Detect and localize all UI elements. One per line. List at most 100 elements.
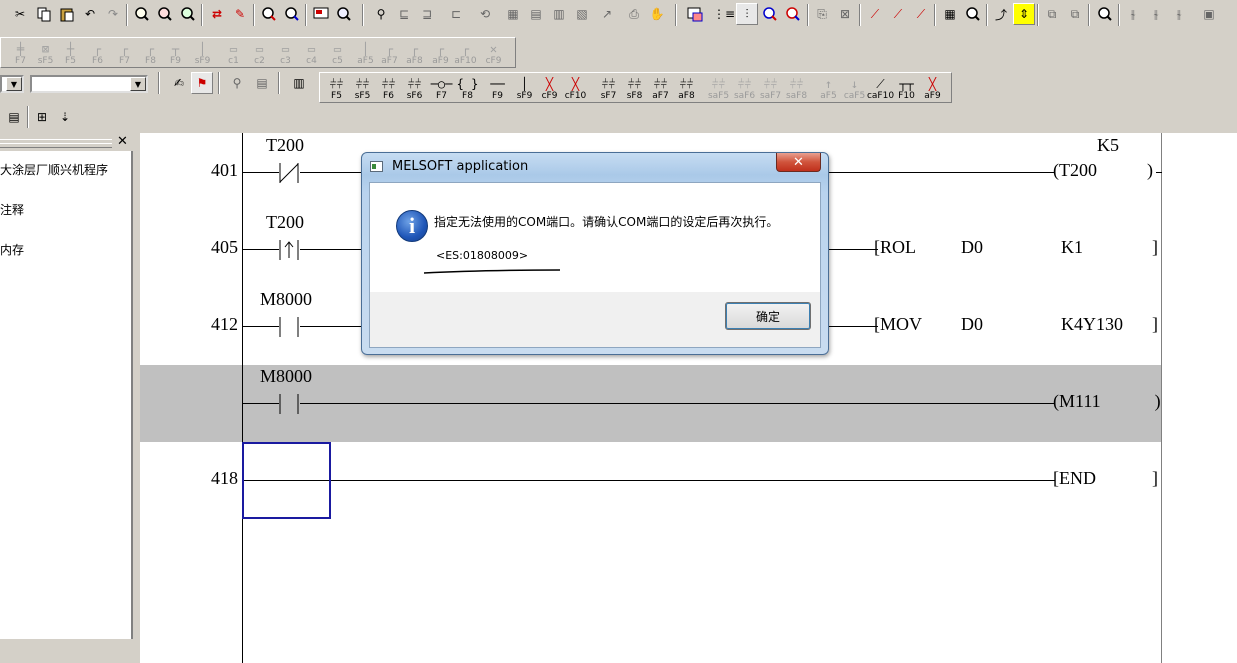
key-button-aF10[interactable]: ┌ aF10 [453,39,478,67]
key-button-aF8[interactable]: ⫩⫩ aF8 [674,74,699,102]
ladder-view-icon[interactable] [684,3,706,25]
align-icon-2[interactable]: ⫳ [1145,3,1167,25]
key-button-c5[interactable]: ▭ c5 [325,39,350,67]
device-comment-icon[interactable] [759,3,781,25]
device-type-select[interactable]: ▼ [0,75,24,93]
end-instruction[interactable]: [END [1053,468,1096,489]
key-button-F6[interactable]: ⫩⫩ F6 [376,74,401,102]
search-coil-icon[interactable]: ⊒ [416,3,438,25]
edit-cursor[interactable] [242,442,331,519]
key-button-aF9[interactable]: ╳ aF9 [920,74,945,102]
key-button-sF7[interactable]: ⫩⫩ sF7 [596,74,621,102]
key-button-cF9[interactable]: ╳ cF9 [537,74,562,102]
key-button-saF7[interactable]: ⫩⫩ saF7 [758,74,783,102]
copy-icon[interactable] [33,3,55,25]
undo-icon[interactable]: ↶ [79,3,101,25]
program-select[interactable]: ▼ [30,75,148,93]
tree-item-memory[interactable]: 内存 [0,241,24,258]
device-list-icon[interactable]: ▦ [502,3,524,25]
convert-icon[interactable]: ⟋ [864,3,886,25]
key-button-caF10[interactable]: ⟋ caF10 [867,74,894,102]
program-check-icon[interactable]: ▥ [548,3,570,25]
key-button-aF5[interactable]: │ aF5 [353,39,378,67]
comment-mode-icon[interactable]: ⚲ [226,72,248,94]
window-icon-2[interactable]: ⧉ [1064,3,1086,25]
instruction[interactable]: [MOV [874,314,922,335]
sort-icon[interactable]: ⇣ [54,106,76,128]
key-button-c3[interactable]: ▭ c3 [273,39,298,67]
key-button-sF5[interactable]: ⫩⫩ sF5 [350,74,375,102]
find-step-icon[interactable] [177,3,199,25]
coil[interactable]: (T200) [1053,160,1153,181]
cut-icon[interactable]: ✂ [9,3,31,25]
key-button-F10[interactable]: ┬┬ F10 [894,74,919,102]
step-icon[interactable]: ▧ [571,3,593,25]
skip-icon[interactable]: ⇕ [1013,3,1035,25]
key-button-F8[interactable]: { } F8 [455,74,480,102]
key-button-sF9[interactable]: │ sF9 [512,74,537,102]
fullscreen-icon[interactable]: ▣ [1198,3,1220,25]
redo-icon[interactable]: ↷ [102,3,124,25]
rising-edge-contact[interactable] [278,238,302,262]
project-tree-icon[interactable]: ▤ [3,106,25,128]
jump-icon[interactable]: ↗ [596,3,618,25]
convert-all-icon[interactable]: ⟋ [887,3,909,25]
key-button-saF5[interactable]: ⫩⫩ saF5 [706,74,731,102]
zoom-in-icon[interactable] [258,3,280,25]
ok-button[interactable]: 确定 [725,302,811,330]
key-button-cF10[interactable]: ╳ cF10 [563,74,588,102]
statement-icon[interactable] [782,3,804,25]
cross-ref-icon[interactable]: ⟲ [474,3,496,25]
read-mode-icon[interactable]: ⚑ [191,72,213,94]
key-button-F9[interactable]: ┬ F9 [163,39,188,67]
key-button-F9[interactable]: ── F9 [485,74,510,102]
align-icon-1[interactable]: ⫳ [1122,3,1144,25]
key-button-aF9[interactable]: ┌ aF9 [428,39,453,67]
key-button-sF8[interactable]: ⫩⫩ sF8 [622,74,647,102]
key-button-c2[interactable]: ▭ c2 [247,39,272,67]
key-button-F7[interactable]: ╪ F7 [8,39,33,67]
key-button-caF5[interactable]: ↓ caF5 [842,74,867,102]
coil[interactable]: (M111) [1053,391,1161,412]
key-button-aF7[interactable]: ⫩⫩ aF7 [648,74,673,102]
panel-close-icon[interactable]: ✕ [117,134,128,149]
key-button-aF7[interactable]: ┌ aF7 [377,39,402,67]
key-button-saF8[interactable]: ⫩⫩ saF8 [784,74,809,102]
key-button-c1[interactable]: ▭ c1 [221,39,246,67]
device-memory-icon[interactable]: ▦ [939,3,961,25]
key-button-aF8[interactable]: ┌ aF8 [402,39,427,67]
step-run-icon[interactable]: ⤴ [990,3,1012,25]
read-plc-icon[interactable]: ⚲ [370,3,392,25]
no-contact[interactable] [278,315,302,339]
key-button-F5[interactable]: ⫩⫩ F5 [324,74,349,102]
convert-online-icon[interactable]: ⟋ [910,3,932,25]
key-button-sF5[interactable]: ⊠ sF5 [33,39,58,67]
key-button-sF9[interactable]: │ sF9 [190,39,215,67]
change-contact-icon[interactable]: ✎ [229,3,251,25]
tree-item-comment[interactable]: 注释 [0,201,24,218]
tree-item-program[interactable]: 大涂层厂顺兴机程序 [0,161,108,178]
key-button-F5[interactable]: ┼ F5 [58,39,83,67]
key-button-aF5[interactable]: ↑ aF5 [816,74,841,102]
key-button-sF6[interactable]: ⫩⫩ sF6 [402,74,427,102]
align-icon-3[interactable]: ⫳ [1168,3,1190,25]
window-icon-1[interactable]: ⧉ [1041,3,1063,25]
find-instruction-icon[interactable] [154,3,176,25]
key-button-F8[interactable]: ┌ F8 [138,39,163,67]
key-button-F7[interactable]: ─○─ F7 [429,74,454,102]
device-batch-icon[interactable]: ▤ [525,3,547,25]
edit-mode-icon[interactable]: ✍ [168,72,190,94]
device-test-icon[interactable] [962,3,984,25]
close-button[interactable]: ✕ [776,153,821,172]
no-contact[interactable] [278,392,302,416]
write-plc-icon[interactable]: ⊠ [834,3,856,25]
key-button-cF9[interactable]: ✕ cF9 [481,39,506,67]
zoom-out-icon[interactable] [281,3,303,25]
list-view-icon[interactable]: ⋮≡ [713,3,735,25]
note-mode-icon[interactable]: ▥ [288,72,310,94]
paste-icon[interactable] [56,3,78,25]
param-check-icon[interactable] [1094,3,1116,25]
ladder-mode-icon[interactable]: ⫶ [736,3,758,25]
device-tree-icon[interactable]: ⊞ [31,106,53,128]
key-button-saF6[interactable]: ⫩⫩ saF6 [732,74,757,102]
